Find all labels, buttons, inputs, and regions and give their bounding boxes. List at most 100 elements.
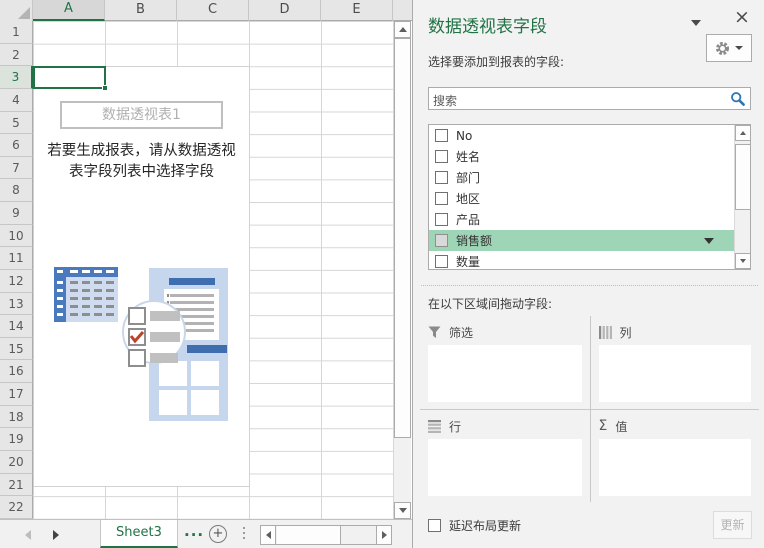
filters-drop-zone[interactable] bbox=[428, 345, 582, 402]
field-list: No 姓名部门地区产品销售额数量 bbox=[428, 124, 751, 270]
field-label: 姓名 bbox=[456, 148, 480, 165]
field-checkbox[interactable] bbox=[435, 192, 448, 205]
rows-drop-zone[interactable] bbox=[428, 439, 582, 496]
tools-button[interactable] bbox=[706, 34, 752, 62]
row-header-6[interactable]: 6 bbox=[0, 134, 33, 157]
row-header-2[interactable]: 2 bbox=[0, 44, 33, 67]
row-header-13[interactable]: 13 bbox=[0, 293, 33, 316]
row-header-19[interactable]: 19 bbox=[0, 428, 33, 451]
row-header-1[interactable]: 1 bbox=[0, 21, 33, 44]
right-arrow-icon bbox=[382, 531, 387, 539]
field-label: No bbox=[456, 129, 472, 143]
search-placeholder: 搜索 bbox=[433, 92, 457, 109]
field-item-产品[interactable]: 产品 bbox=[429, 209, 736, 230]
field-item-姓名[interactable]: 姓名 bbox=[429, 146, 736, 167]
row-header-4[interactable]: 4 bbox=[0, 89, 33, 112]
row-header-21[interactable]: 21 bbox=[0, 474, 33, 497]
new-sheet-button[interactable]: + bbox=[209, 525, 227, 543]
field-checkbox[interactable] bbox=[435, 150, 448, 163]
fill-handle[interactable] bbox=[102, 85, 108, 91]
field-dropdown-icon[interactable] bbox=[704, 238, 714, 244]
scroll-up-button[interactable] bbox=[394, 21, 411, 38]
sheet-tab-sheet3[interactable]: Sheet3 bbox=[100, 520, 178, 548]
defer-layout-row: 延迟布局更新 bbox=[428, 517, 521, 534]
down-arrow-icon bbox=[740, 259, 746, 263]
field-label: 产品 bbox=[456, 211, 480, 228]
defer-layout-label: 延迟布局更新 bbox=[449, 517, 521, 534]
pane-title: 数据透视表字段 bbox=[428, 12, 547, 37]
row-header-14[interactable]: 14 bbox=[0, 315, 33, 338]
area-label: 筛选 bbox=[449, 324, 473, 341]
field-label: 部门 bbox=[456, 169, 480, 186]
column-header-a[interactable]: A bbox=[33, 0, 105, 21]
row-header-22[interactable]: 22 bbox=[0, 496, 33, 519]
column-header-c[interactable]: C bbox=[177, 0, 249, 21]
field-checkbox[interactable] bbox=[435, 234, 448, 247]
row-header-11[interactable]: 11 bbox=[0, 247, 33, 270]
vertical-scrollbar[interactable] bbox=[394, 21, 411, 519]
row-header-10[interactable]: 10 bbox=[0, 225, 33, 248]
row-header-3[interactable]: 3 bbox=[0, 66, 33, 89]
field-checkbox[interactable] bbox=[435, 213, 448, 226]
filters-area: 筛选 bbox=[420, 316, 590, 409]
row-header-12[interactable]: 12 bbox=[0, 270, 33, 293]
defer-layout-checkbox[interactable] bbox=[428, 519, 441, 532]
down-arrow-icon bbox=[399, 508, 407, 513]
row-header-18[interactable]: 18 bbox=[0, 406, 33, 429]
row-headers: 12345678910111213141516171819202122 bbox=[0, 21, 33, 519]
row-header-15[interactable]: 15 bbox=[0, 338, 33, 361]
scroll-right-button[interactable] bbox=[376, 526, 391, 544]
field-list-scroll-thumb[interactable] bbox=[735, 144, 751, 210]
next-sheet-button[interactable] bbox=[53, 530, 59, 540]
scroll-down-button[interactable] bbox=[394, 502, 411, 519]
pivot-instruction-text: 若要生成报表，请从数据透视 表字段列表中选择字段 bbox=[34, 141, 249, 183]
row-header-20[interactable]: 20 bbox=[0, 451, 33, 474]
selected-cell-a3[interactable] bbox=[33, 66, 106, 89]
drag-areas-label: 在以下区域间拖动字段: bbox=[428, 295, 552, 312]
gear-icon bbox=[715, 41, 730, 56]
column-header-b[interactable]: B bbox=[105, 0, 177, 21]
area-label: 行 bbox=[449, 418, 461, 435]
update-button[interactable]: 更新 bbox=[713, 511, 752, 539]
more-sheets-button[interactable]: ... bbox=[184, 522, 204, 540]
row-header-9[interactable]: 9 bbox=[0, 202, 33, 225]
worksheet-area: ABCDE 1234567891011121314151617181920212… bbox=[0, 0, 412, 548]
scroll-left-button[interactable] bbox=[261, 526, 276, 544]
field-item-No[interactable]: No bbox=[429, 125, 736, 146]
values-drop-zone[interactable] bbox=[599, 439, 752, 496]
field-item-地区[interactable]: 地区 bbox=[429, 188, 736, 209]
field-checkbox[interactable] bbox=[435, 171, 448, 184]
vertical-scroll-thumb[interactable] bbox=[394, 38, 411, 438]
pivot-title-box: 数据透视表1 bbox=[60, 101, 223, 129]
search-input[interactable]: 搜索 bbox=[428, 87, 751, 110]
column-header-e[interactable]: E bbox=[321, 0, 393, 21]
field-list-scroll-down-button[interactable] bbox=[735, 253, 751, 269]
field-rows: No 姓名部门地区产品销售额数量 bbox=[429, 125, 750, 270]
row-header-5[interactable]: 5 bbox=[0, 112, 33, 135]
row-header-17[interactable]: 17 bbox=[0, 383, 33, 406]
select-all-button[interactable] bbox=[0, 0, 33, 21]
pane-close-button[interactable]: × bbox=[734, 8, 750, 27]
horizontal-scroll-thumb[interactable] bbox=[277, 526, 341, 544]
column-header-d[interactable]: D bbox=[249, 0, 321, 21]
pane-menu-button[interactable] bbox=[691, 20, 701, 26]
pivot-fields-pane: 数据透视表字段 × 选择要添加到报表的字段: 搜索 No 姓名部门地区产品销售额数… bbox=[412, 0, 764, 548]
field-checkbox[interactable] bbox=[435, 129, 448, 142]
up-arrow-icon bbox=[740, 131, 746, 135]
row-header-7[interactable]: 7 bbox=[0, 157, 33, 180]
field-item-数量[interactable]: 数量 bbox=[429, 251, 736, 270]
row-header-16[interactable]: 16 bbox=[0, 360, 33, 383]
field-item-部门[interactable]: 部门 bbox=[429, 167, 736, 188]
horizontal-scrollbar[interactable] bbox=[260, 525, 392, 545]
field-checkbox[interactable] bbox=[435, 255, 448, 268]
values-area: Σ 值 bbox=[590, 409, 760, 502]
field-item-销售额[interactable]: 销售额 bbox=[429, 230, 736, 251]
field-list-scroll-up-button[interactable] bbox=[735, 125, 751, 141]
fields-subtitle: 选择要添加到报表的字段: bbox=[428, 53, 564, 70]
prev-sheet-button[interactable] bbox=[25, 530, 31, 540]
rows-icon bbox=[428, 420, 441, 433]
field-list-scrollbar[interactable] bbox=[734, 125, 750, 269]
pivot-placeholder: 数据透视表1 若要生成报表，请从数据透视 表字段列表中选择字段 bbox=[33, 66, 250, 487]
columns-drop-zone[interactable] bbox=[599, 345, 752, 402]
row-header-8[interactable]: 8 bbox=[0, 179, 33, 202]
